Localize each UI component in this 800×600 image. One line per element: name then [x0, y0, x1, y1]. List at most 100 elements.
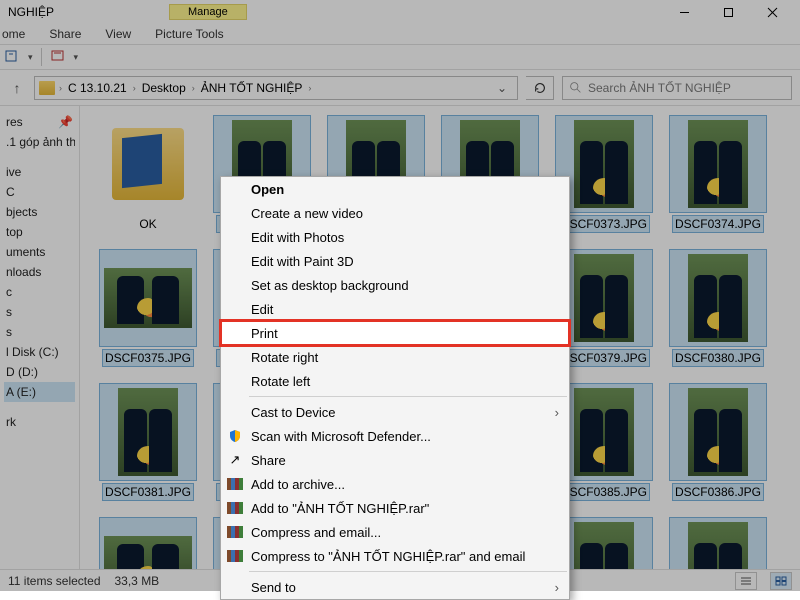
tab-view[interactable]: View [105, 27, 131, 41]
context-menu-item[interactable]: Print [221, 321, 569, 345]
photo-thumbnail [574, 522, 634, 569]
thumbnail [556, 384, 652, 480]
shield-icon [227, 428, 243, 444]
sidebar-item[interactable]: bjects [4, 202, 75, 222]
sidebar-item[interactable]: rk [4, 412, 75, 432]
sidebar-item[interactable]: l Disk (C:) [4, 342, 75, 362]
search-icon [569, 81, 582, 94]
tile-label: DSCF0380.JPG [673, 350, 763, 366]
context-menu-item[interactable]: Scan with Microsoft Defender... [221, 424, 569, 448]
tab-picture-tools[interactable]: Picture Tools [155, 27, 223, 41]
ribbon-tabs: ome Share View Picture Tools [0, 24, 800, 44]
context-menu-item[interactable]: Compress and email... [221, 520, 569, 544]
sidebar-item[interactable]: uments [4, 242, 75, 262]
sidebar-item[interactable]: C [4, 182, 75, 202]
chevron-right-icon[interactable]: › [308, 83, 311, 93]
context-menu-item[interactable]: Send to › [221, 575, 569, 599]
context-menu-item-label: Create a new video [251, 206, 363, 221]
photo-thumbnail [574, 254, 634, 342]
books-icon [227, 524, 243, 540]
sidebar-item[interactable]: top [4, 222, 75, 242]
context-menu-item[interactable]: Compress to "ẢNH TỐT NGHIỆP.rar" and ema… [221, 544, 569, 568]
context-menu-item[interactable]: Open [221, 177, 569, 201]
address-box[interactable]: › C 13.10.21 › Desktop › ẢNH TỐT NGHIỆP … [34, 76, 518, 100]
context-menu-item-label: Edit [251, 302, 273, 317]
sidebar-item[interactable]: nloads [4, 262, 75, 282]
image-tile[interactable]: DSCF0373.JPG [556, 116, 652, 232]
sidebar-item[interactable]: c [4, 282, 75, 302]
context-menu-item[interactable]: Edit with Photos [221, 225, 569, 249]
chevron-right-icon: › [555, 580, 559, 595]
breadcrumb[interactable]: ẢNH TỐT NGHIỆP [199, 81, 305, 95]
sidebar-item[interactable]: ive [4, 162, 75, 182]
photo-thumbnail [574, 120, 634, 208]
navigation-pane[interactable]: res📌.1 góp ảnh thàn iveCbjectstopumentsnl… [0, 106, 80, 569]
close-button[interactable] [750, 0, 794, 24]
sidebar-item[interactable]: D (D:) [4, 362, 75, 382]
tab-manage[interactable]: Manage [169, 4, 247, 20]
thumbnail [670, 384, 766, 480]
image-tile[interactable]: DSCF0375.JPG [100, 250, 196, 366]
address-bar: ↑ › C 13.10.21 › Desktop › ẢNH TỐT NGHIỆ… [0, 70, 800, 106]
chevron-right-icon[interactable]: › [133, 83, 136, 93]
context-menu-item[interactable]: Create a new video [221, 201, 569, 225]
image-tile[interactable]: DSCF0387.JPG [100, 518, 196, 569]
tile-label: DSCF0385.JPG [559, 484, 649, 500]
view-details-button[interactable] [735, 572, 757, 590]
context-menu-item[interactable]: Edit with Paint 3D [221, 249, 569, 273]
chevron-down-icon[interactable]: ▾ [28, 52, 33, 63]
qat-item[interactable] [4, 48, 20, 67]
context-menu-item[interactable]: Edit [221, 297, 569, 321]
quick-access-toolbar: ▾ ▾ [0, 44, 800, 70]
context-menu-item[interactable]: Rotate left [221, 369, 569, 393]
breadcrumb[interactable]: C 13.10.21 [66, 81, 129, 95]
chevron-right-icon[interactable]: › [192, 83, 195, 93]
tab-home[interactable]: ome [2, 27, 25, 41]
search-placeholder: Search ẢNH TỐT NGHIỆP [588, 81, 731, 95]
context-menu-item-label: Compress to "ẢNH TỐT NGHIỆP.rar" and ema… [251, 549, 525, 564]
context-menu-item-label: Rotate right [251, 350, 318, 365]
context-menu-item[interactable]: ↗Share [221, 448, 569, 472]
image-tile[interactable]: DSCF0391.JPG [556, 518, 652, 569]
context-menu-item[interactable]: Set as desktop background [221, 273, 569, 297]
image-tile[interactable]: DSCF0379.JPG [556, 250, 652, 366]
folder-tile[interactable]: OK [100, 116, 196, 232]
context-menu-item-label: Send to [251, 580, 296, 595]
image-tile[interactable]: DSCF0380.JPG [670, 250, 766, 366]
menu-separator [249, 571, 567, 572]
image-tile[interactable]: DSCF0392.JPG [670, 518, 766, 569]
chevron-right-icon[interactable]: › [59, 83, 62, 93]
sidebar-item[interactable]: s [4, 322, 75, 342]
context-menu-item-label: Print [251, 326, 278, 341]
context-menu-item[interactable]: Cast to Device› [221, 400, 569, 424]
address-dropdown[interactable]: ⌄ [491, 81, 513, 95]
context-menu-item[interactable]: Add to "ẢNH TỐT NGHIỆP.rar" [221, 496, 569, 520]
sidebar-item[interactable]: res📌 [4, 112, 75, 132]
image-tile[interactable]: DSCF0381.JPG [100, 384, 196, 500]
refresh-button[interactable] [526, 76, 554, 100]
context-menu-item[interactable]: Rotate right [221, 345, 569, 369]
sidebar-item[interactable]: A (E:) [4, 382, 75, 402]
image-tile[interactable]: DSCF0374.JPG [670, 116, 766, 232]
maximize-button[interactable] [706, 0, 750, 24]
sidebar-item[interactable]: .1 góp ảnh thàn [4, 132, 75, 152]
search-input[interactable]: Search ẢNH TỐT NGHIỆP [562, 76, 792, 100]
chevron-down-icon[interactable]: ▾ [74, 52, 79, 63]
qat-undo[interactable] [50, 48, 66, 67]
photo-thumbnail [118, 388, 178, 476]
image-tile[interactable]: DSCF0385.JPG [556, 384, 652, 500]
tab-share[interactable]: Share [49, 27, 81, 41]
view-thumbnails-button[interactable] [770, 572, 792, 590]
sidebar-item[interactable]: s [4, 302, 75, 322]
nav-up-button[interactable]: ↑ [8, 79, 26, 97]
thumbnail [670, 518, 766, 569]
thumbnail [556, 518, 652, 569]
context-menu-item-label: Rotate left [251, 374, 310, 389]
breadcrumb[interactable]: Desktop [140, 81, 188, 95]
thumbnail [670, 116, 766, 212]
minimize-button[interactable] [662, 0, 706, 24]
photo-thumbnail [688, 388, 748, 476]
context-menu-item[interactable]: Add to archive... [221, 472, 569, 496]
image-tile[interactable]: DSCF0386.JPG [670, 384, 766, 500]
photo-thumbnail [104, 268, 192, 328]
